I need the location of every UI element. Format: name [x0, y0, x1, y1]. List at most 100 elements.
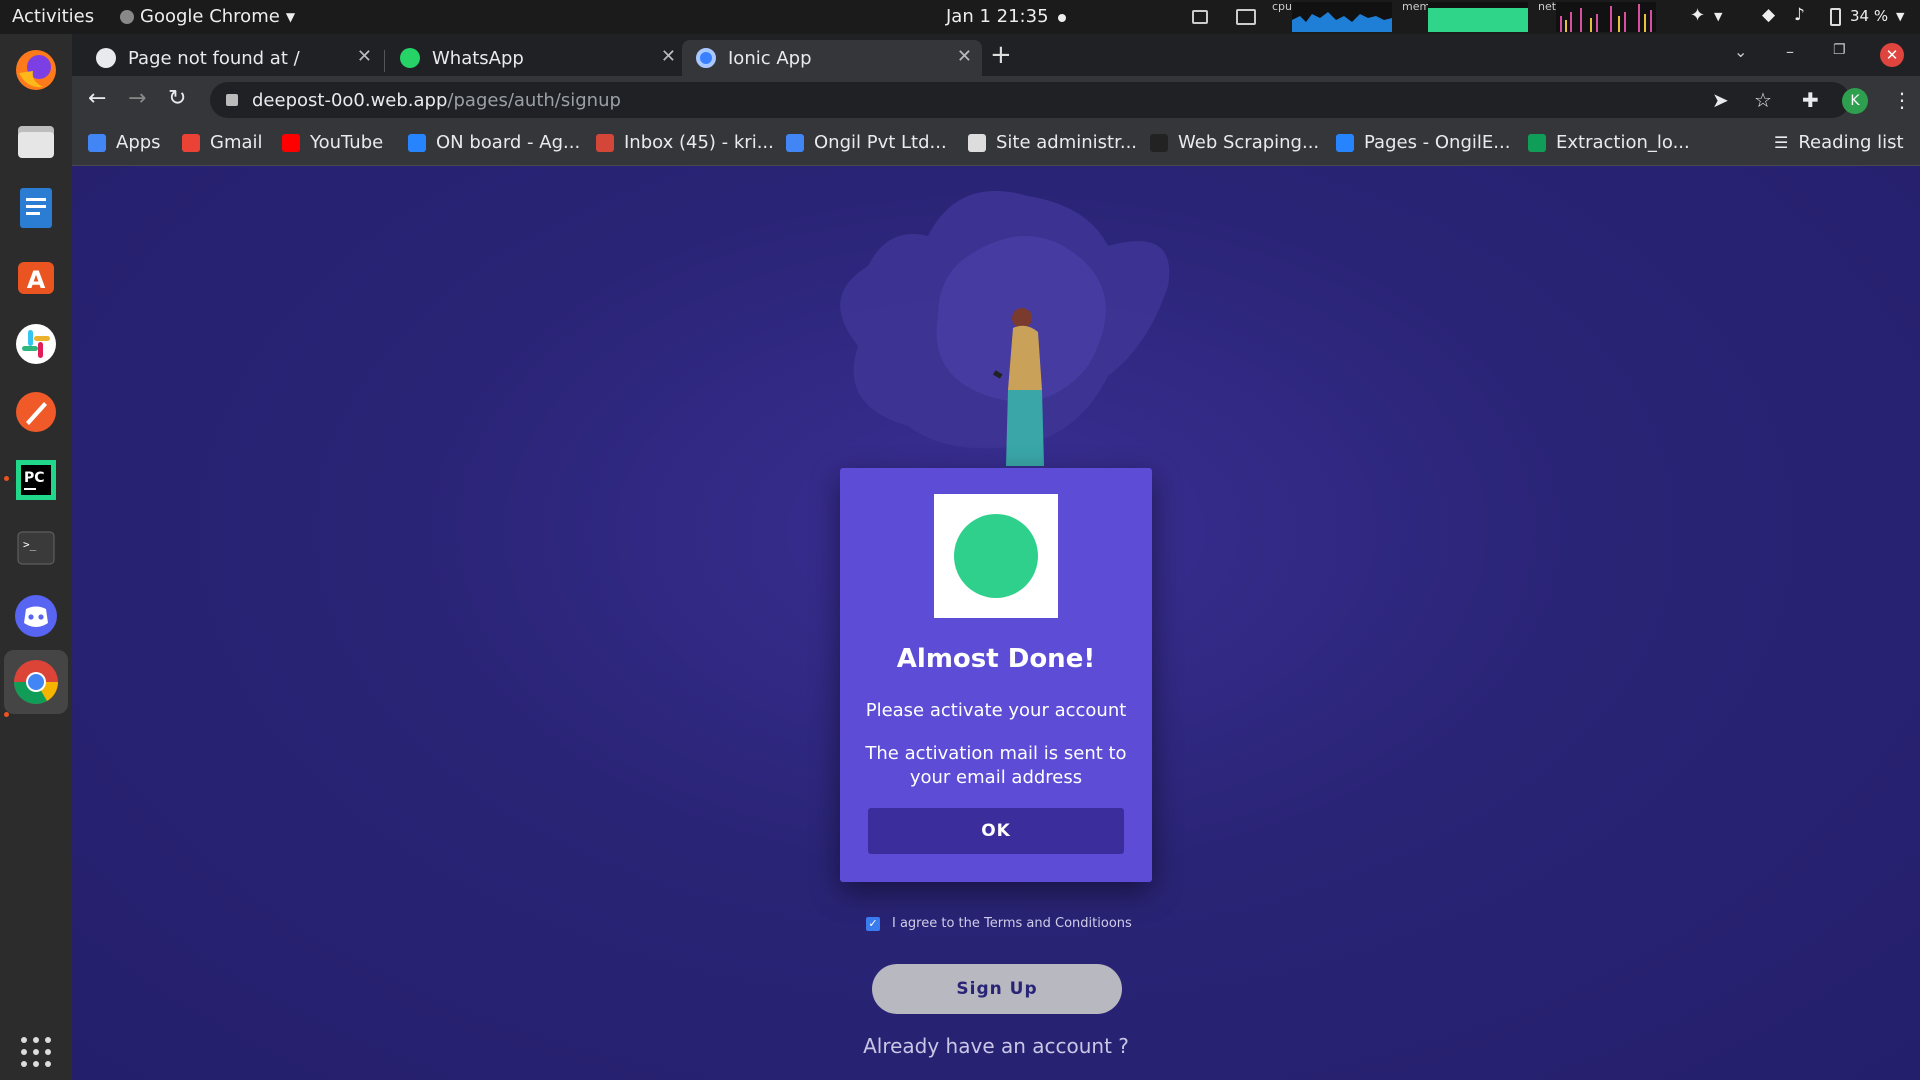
activities-button[interactable]: Activities: [12, 6, 94, 27]
globe-icon: [96, 48, 116, 68]
drawing-icon[interactable]: [10, 386, 62, 438]
tab-whatsapp[interactable]: WhatsApp ✕: [386, 40, 686, 76]
confluence-icon: [1336, 133, 1354, 152]
bookmark-site-admin[interactable]: Site administr...: [968, 132, 1137, 153]
show-apps-icon[interactable]: [10, 1026, 62, 1078]
tab-title: Page not found at /: [128, 47, 300, 69]
wifi-icon[interactable]: ◆: [1762, 5, 1775, 25]
discord-icon[interactable]: [10, 590, 62, 642]
bookmark-web-scraping[interactable]: Web Scraping...: [1150, 132, 1319, 153]
svg-text:PC: PC: [24, 470, 45, 486]
chevron-down-icon[interactable]: ▼: [1714, 10, 1722, 28]
decorative-illustration: [840, 191, 1170, 466]
bookmark-label: Pages - OngilE...: [1364, 132, 1511, 153]
close-icon[interactable]: ✕: [357, 46, 372, 67]
writer-icon[interactable]: [10, 182, 62, 234]
terms-row: ✓ I agree to the Terms and Conditioons: [866, 916, 1132, 931]
ok-button[interactable]: OK: [868, 808, 1124, 854]
running-indicator: [4, 476, 9, 481]
send-icon[interactable]: ➤: [1712, 88, 1729, 112]
reading-list-icon: ☰: [1774, 133, 1789, 152]
dock: A PC >_: [0, 34, 72, 1080]
sheets-icon: [1528, 133, 1546, 152]
bookmark-gmail[interactable]: Gmail: [182, 132, 263, 153]
chrome-icon[interactable]: [4, 650, 68, 714]
sign-up-button[interactable]: Sign Up: [872, 964, 1122, 1014]
battery-icon[interactable]: [1830, 8, 1841, 26]
reload-icon[interactable]: ↻: [168, 86, 186, 111]
tab-ionic-app[interactable]: Ionic App ✕: [682, 40, 982, 76]
svg-text:>_: >_: [23, 538, 37, 551]
bookmark-onboard[interactable]: ON board - Ag...: [408, 132, 580, 153]
profile-avatar[interactable]: K: [1842, 88, 1868, 114]
close-icon[interactable]: ✕: [957, 46, 972, 67]
page-content: Almost Done! Please activate your accoun…: [72, 166, 1920, 1080]
forward-arrow-icon[interactable]: →: [128, 86, 146, 111]
apps-grid-icon: [88, 133, 106, 152]
bookmark-ongil[interactable]: Ongil Pvt Ltd...: [786, 132, 947, 153]
volume-icon[interactable]: ♪: [1794, 5, 1805, 25]
minimize-button[interactable]: –: [1786, 42, 1794, 61]
dialog-message-primary: Please activate your account: [865, 700, 1127, 721]
bookmark-inbox[interactable]: Inbox (45) - kri...: [596, 132, 774, 153]
google-icon: [182, 133, 200, 152]
extensions-icon[interactable]: ✚: [1802, 88, 1819, 112]
calendar-icon: [786, 133, 804, 152]
tab-search-icon[interactable]: ⌄: [1734, 42, 1747, 61]
net-graph[interactable]: [1556, 2, 1656, 32]
bookmark-label: Apps: [116, 132, 161, 153]
mem-graph[interactable]: [1428, 2, 1528, 32]
bookmark-pages[interactable]: Pages - OngilE...: [1336, 132, 1510, 153]
clock[interactable]: Jan 1 21:35: [946, 6, 1049, 27]
login-link[interactable]: Already have an account ?: [72, 1034, 1920, 1058]
gmail-icon: [596, 133, 614, 152]
dialog-message-secondary: The activation mail is sent to your emai…: [865, 743, 1127, 788]
firefox-icon[interactable]: [10, 44, 62, 96]
bookmark-label: Ongil Pvt Ltd...: [814, 132, 947, 153]
more-menu-icon[interactable]: ⋮: [1892, 88, 1912, 112]
close-window-button[interactable]: ✕: [1880, 43, 1904, 67]
dialog-image: [934, 494, 1058, 618]
chrome-small-icon: [120, 9, 134, 24]
ionic-icon: [696, 48, 716, 68]
terms-label: I agree to the Terms and Conditioons: [892, 916, 1132, 931]
address-bar[interactable]: deepost-0o0.web.app/pages/auth/signup: [210, 82, 1850, 118]
lock-icon[interactable]: [226, 94, 238, 106]
url-path: /pages/auth/signup: [447, 89, 621, 111]
back-arrow-icon[interactable]: ←: [88, 86, 106, 111]
accessibility-icon[interactable]: ✦: [1690, 5, 1705, 26]
tab-page-not-found[interactable]: Page not found at / ✕: [82, 40, 382, 76]
chevron-down-icon[interactable]: ▼: [1896, 10, 1904, 28]
app-menu[interactable]: Google Chrome ▼: [120, 6, 295, 27]
dialog-title: Almost Done!: [896, 644, 1096, 674]
bookmark-label: YouTube: [310, 132, 384, 153]
bookmark-label: Gmail: [210, 132, 263, 153]
terms-checkbox[interactable]: ✓: [866, 916, 880, 931]
bookmark-star-icon[interactable]: ☆: [1754, 88, 1772, 112]
chevron-down-icon: ▼: [285, 9, 296, 24]
system-monitor-icon[interactable]: [1236, 9, 1256, 25]
battery-percentage[interactable]: 34 %: [1850, 7, 1888, 25]
net-label: net: [1538, 0, 1557, 13]
bookmark-label: Site administr...: [996, 132, 1138, 153]
browser-toolbar: ← → ↻ deepost-0o0.web.app/pages/auth/sig…: [72, 76, 1920, 124]
system-top-bar: Activities Google Chrome ▼ Jan 1 21:35 c…: [0, 0, 1920, 34]
restore-button[interactable]: ❐: [1833, 42, 1846, 58]
slack-icon[interactable]: [10, 318, 62, 370]
whatsapp-icon: [400, 48, 420, 68]
reading-list-button[interactable]: ☰ Reading list: [1774, 132, 1904, 153]
terminal-icon[interactable]: >_: [10, 522, 62, 574]
mem-label: mem: [1402, 0, 1431, 13]
cpu-graph[interactable]: [1292, 2, 1392, 32]
jira-icon: [408, 133, 426, 152]
bookmark-extraction[interactable]: Extraction_lo...: [1528, 132, 1690, 153]
new-tab-button[interactable]: +: [990, 40, 1012, 70]
pycharm-icon[interactable]: PC: [10, 454, 62, 506]
notification-dot: [1058, 14, 1066, 22]
bookmark-youtube[interactable]: YouTube: [282, 132, 383, 153]
close-icon[interactable]: ✕: [661, 46, 676, 67]
software-center-icon[interactable]: A: [10, 250, 62, 302]
screen-icon[interactable]: [1192, 10, 1208, 24]
bookmark-apps[interactable]: Apps: [88, 132, 161, 153]
files-icon[interactable]: [10, 114, 62, 166]
